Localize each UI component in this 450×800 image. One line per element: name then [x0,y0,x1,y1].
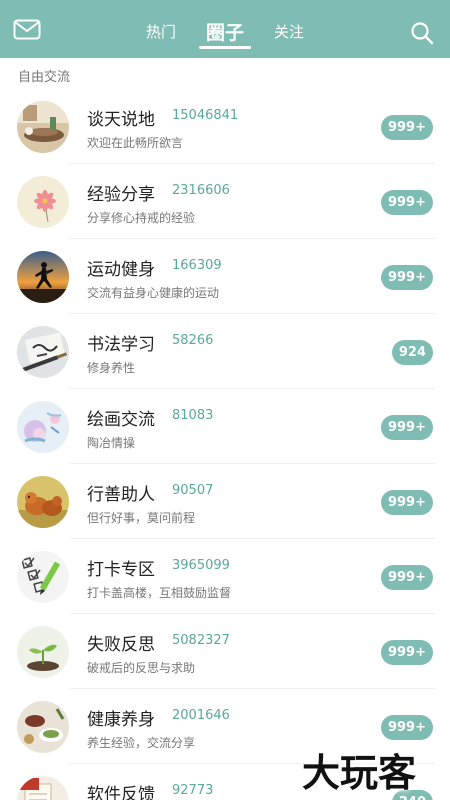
watermark: 大玩客 [302,751,417,795]
tab-hot[interactable]: 热门 [146,21,176,43]
circle-name: 运动健身 [87,260,155,280]
circle-name: 谈天说地 [87,110,155,130]
circle-member-count: 5082327 [172,633,230,648]
post-count-badge: 999+ [380,415,433,440]
post-count-badge: 999+ [380,115,433,140]
tab-follow[interactable]: 关注 [274,21,304,43]
circle-row[interactable]: 谈天说地 15046841 欢迎在此畅所欲言 999+ [0,89,450,164]
circle-member-count: 166309 [172,258,222,273]
herbs-icon [17,701,69,753]
circle-description: 养生经验，交流分享 [87,736,196,750]
tab-bar: 热门 圈子 关注 [0,0,450,58]
circle-description: 欢迎在此畅所欲言 [87,136,184,150]
calligraphy-icon [17,326,69,378]
post-count-badge: 999+ [380,715,433,740]
circle-description: 分享修心持戒的经验 [87,211,196,225]
search-icon[interactable] [410,21,434,45]
tab-circles-label: 圈子 [206,22,245,44]
circle-row[interactable]: 打卡专区 3965099 打卡盖高楼，互相鼓励监督 999+ [0,539,450,614]
circle-member-count: 3965099 [172,558,230,573]
flower-icon [17,176,69,228]
circle-row[interactable]: 经验分享 2316606 分享修心持戒的经验 999+ [0,164,450,239]
dogs-icon [17,476,69,528]
feedback-icon [17,776,69,800]
runner-icon [17,251,69,303]
circle-description: 交流有益身心健康的运动 [87,286,220,300]
circle-member-count: 92773 [172,783,214,798]
checklist-icon [17,551,69,603]
circle-row[interactable]: 书法学习 58266 修身养性 924 [0,314,450,389]
circle-row[interactable]: 绘画交流 81083 陶冶情操 999+ [0,389,450,464]
tea-room-icon [17,101,69,153]
post-count-badge: 999+ [380,190,433,215]
circle-member-count: 81083 [172,408,214,423]
top-bar: 热门 圈子 关注 [0,0,450,58]
post-count-badge: 999+ [380,265,433,290]
circle-member-count: 2316606 [172,183,230,198]
circle-row[interactable]: 运动健身 166309 交流有益身心健康的运动 999+ [0,239,450,314]
circle-row[interactable]: 行善助人 90507 但行好事，莫问前程 999+ [0,464,450,539]
tab-circles[interactable]: 圈子 [206,18,244,44]
circle-description: 破戒后的反思与求助 [87,661,196,675]
section-title: 自由交流 [18,70,71,85]
circle-member-count: 58266 [172,333,214,348]
post-count-badge: 999+ [380,565,433,590]
circle-description: 但行好事，莫问前程 [87,511,196,525]
painting-icon [17,401,69,453]
tab-follow-label: 关注 [274,23,305,41]
circle-member-count: 90507 [172,483,214,498]
circle-name: 健康养身 [87,710,155,730]
circle-row[interactable]: 失败反思 5082327 破戒后的反思与求助 999+ [0,614,450,689]
circle-name: 打卡专区 [87,560,155,580]
circle-member-count: 15046841 [172,108,239,123]
circle-member-count: 2001646 [172,708,230,723]
circle-name: 书法学习 [87,335,155,355]
tab-hot-label: 热门 [146,23,177,41]
circle-description: 陶冶情操 [87,436,136,450]
post-count-badge: 999+ [380,490,433,515]
active-tab-indicator [199,46,251,49]
circle-name: 软件反馈 [87,785,155,800]
circle-name: 绘画交流 [87,410,155,430]
sprout-icon [17,626,69,678]
post-count-badge: 999+ [380,640,433,665]
circle-name: 行善助人 [87,485,155,505]
circle-name: 经验分享 [87,185,155,205]
circle-description: 打卡盖高楼，互相鼓励监督 [87,586,232,600]
circle-description: 修身养性 [87,361,136,375]
circle-name: 失败反思 [87,635,155,655]
post-count-badge: 924 [391,340,433,365]
